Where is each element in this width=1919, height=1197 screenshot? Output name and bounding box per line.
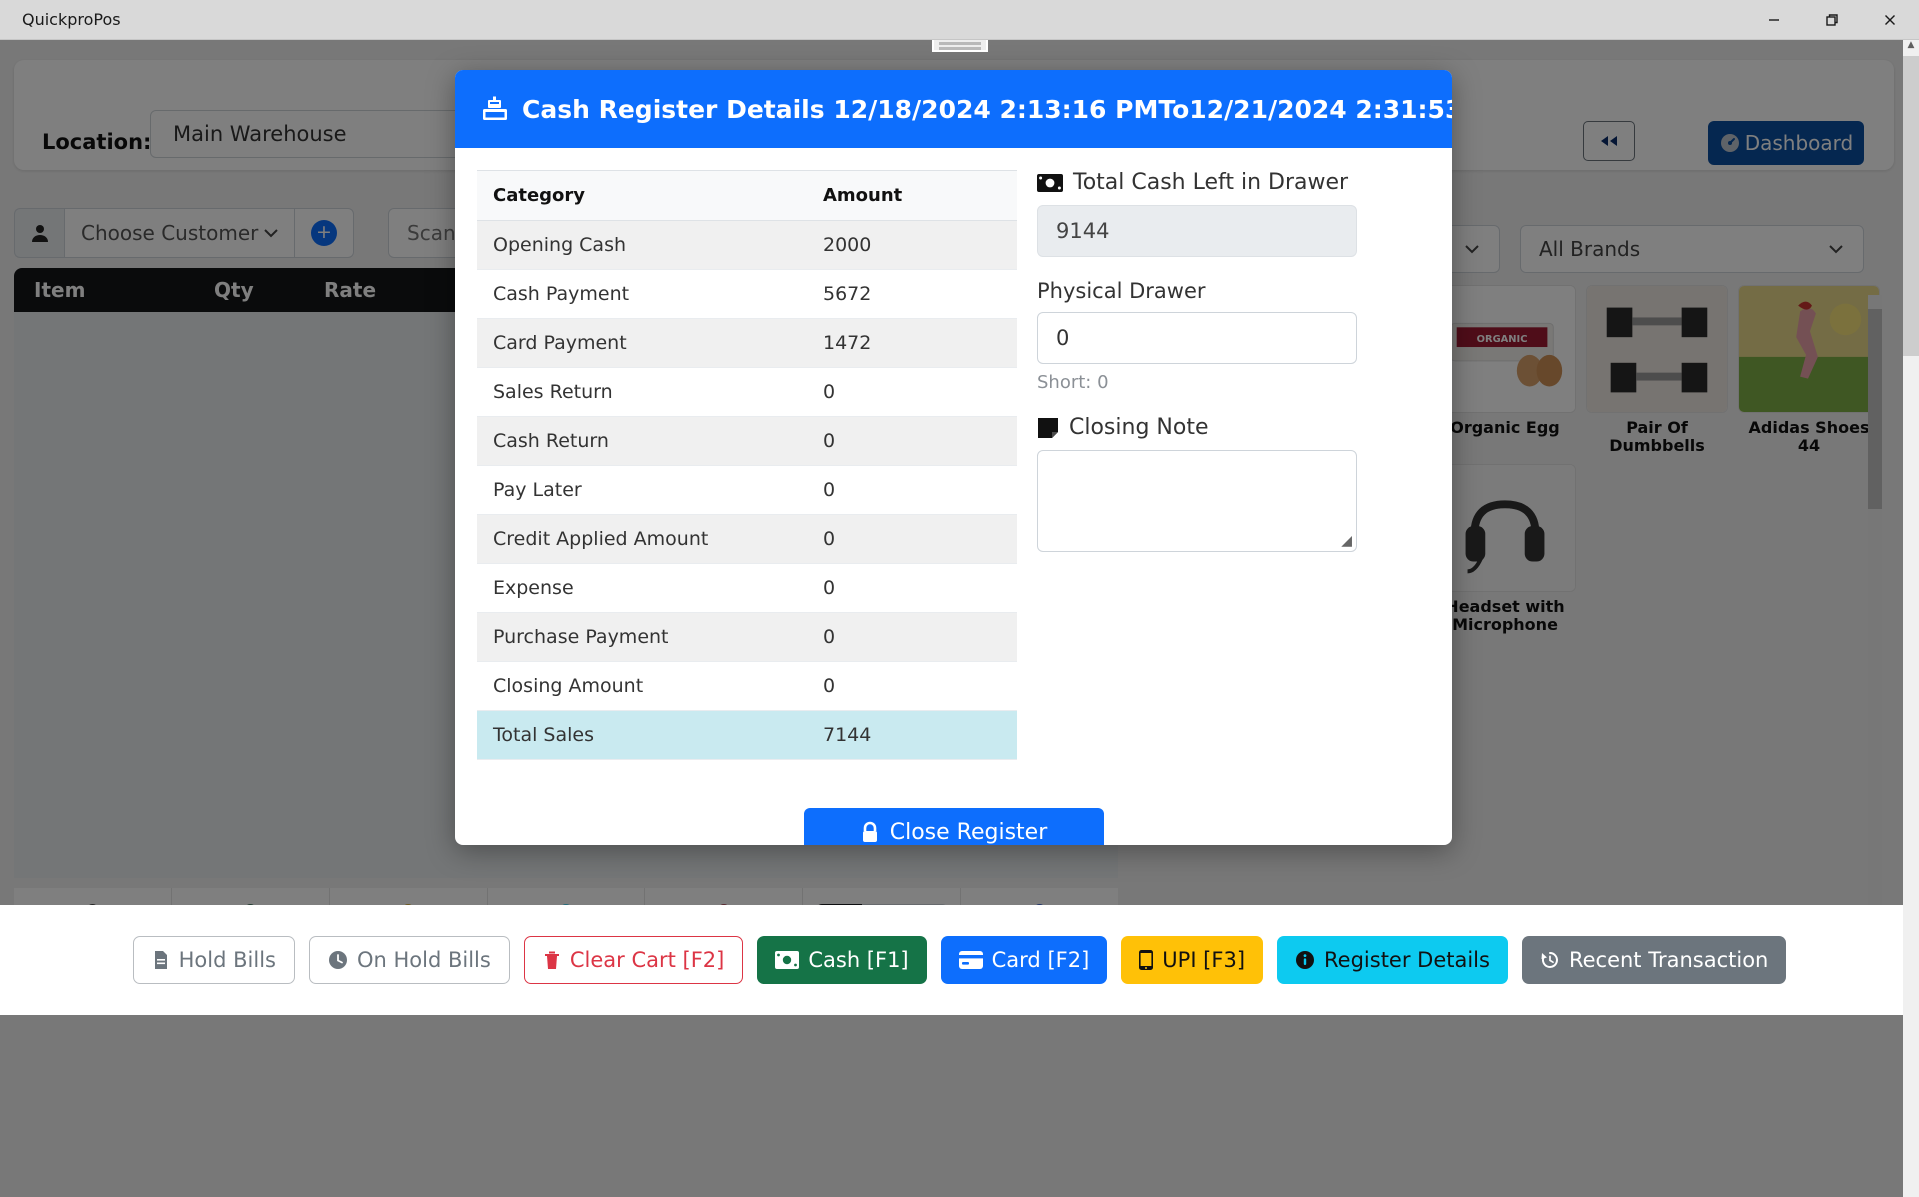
history-icon (1540, 950, 1560, 970)
row-amount: 0 (807, 662, 1017, 711)
lock-icon (860, 821, 880, 843)
cash-label: Cash [F1] (808, 948, 908, 972)
document-icon (152, 950, 170, 970)
table-header-row: Category Amount (477, 171, 1017, 221)
table-row: Credit Applied Amount 0 (477, 515, 1017, 564)
row-category: Cash Return (477, 417, 807, 466)
register-details-button[interactable]: Register Details (1277, 936, 1508, 984)
physical-drawer-input[interactable]: 0 (1037, 312, 1357, 364)
row-category: Expense (477, 564, 807, 613)
physical-drawer-label: Physical Drawer (1037, 279, 1357, 303)
note-icon (1037, 417, 1059, 439)
app-title: QuickproPos (22, 10, 121, 29)
row-amount: 2000 (807, 221, 1017, 270)
on-hold-bills-label: On Hold Bills (357, 948, 491, 972)
clear-cart-label: Clear Cart [F2] (570, 948, 725, 972)
cash-button[interactable]: Cash [F1] (757, 936, 926, 984)
row-amount: 5672 (807, 270, 1017, 319)
row-amount: 0 (807, 515, 1017, 564)
recent-transaction-label: Recent Transaction (1569, 948, 1768, 972)
close-icon[interactable] (1861, 0, 1919, 40)
resize-grip-icon[interactable]: ◢ (1341, 533, 1352, 549)
modal-title: Cash Register Details 12/18/2024 2:13:16… (522, 95, 1452, 124)
close-register-button[interactable]: Close Register (804, 808, 1104, 845)
banknote-icon (775, 951, 799, 969)
upi-label: UPI [F3] (1162, 948, 1245, 972)
row-category: Sales Return (477, 368, 807, 417)
row-amount: 0 (807, 417, 1017, 466)
register-details-label: Register Details (1324, 948, 1490, 972)
total-cash-left-label-row: Total Cash Left in Drawer (1037, 170, 1357, 195)
row-amount: 0 (807, 368, 1017, 417)
total-cash-left-label: Total Cash Left in Drawer (1073, 170, 1348, 195)
column-category: Category (477, 171, 807, 221)
register-breakdown-panel: Category Amount Opening Cash 2000 Cash P… (477, 170, 1017, 760)
row-amount: 0 (807, 613, 1017, 662)
clock-icon (328, 950, 348, 970)
row-amount: 7144 (807, 711, 1017, 760)
scrollbar-thumb[interactable] (1903, 56, 1919, 356)
closing-note-textarea[interactable]: ◢ (1037, 450, 1357, 552)
minimize-icon[interactable] (1745, 0, 1803, 40)
table-row: Pay Later 0 (477, 466, 1017, 515)
table-row: Purchase Payment 0 (477, 613, 1017, 662)
modal-header: Cash Register Details 12/18/2024 2:13:16… (455, 70, 1452, 148)
recent-transaction-button[interactable]: Recent Transaction (1522, 936, 1786, 984)
scroll-up-arrow-icon[interactable]: ▲ (1903, 40, 1919, 56)
window-titlebar: QuickproPos (0, 0, 1919, 40)
row-amount: 0 (807, 466, 1017, 515)
hold-bills-label: Hold Bills (179, 948, 276, 972)
mobile-phone-icon (1139, 950, 1153, 970)
row-amount: 1472 (807, 319, 1017, 368)
page-scrollbar[interactable]: ▲ (1903, 40, 1919, 1197)
table-row: Expense 0 (477, 564, 1017, 613)
cash-register-details-modal: Cash Register Details 12/18/2024 2:13:16… (455, 70, 1452, 845)
card-label: Card [F2] (992, 948, 1090, 972)
trash-icon (543, 950, 561, 970)
closing-note-label: Closing Note (1069, 415, 1209, 440)
card-button[interactable]: Card [F2] (941, 936, 1108, 984)
drawer-panel: Total Cash Left in Drawer 9144 Physical … (1037, 170, 1357, 760)
close-register-label: Close Register (890, 820, 1048, 845)
upi-button[interactable]: UPI [F3] (1121, 936, 1263, 984)
modal-body: Category Amount Opening Cash 2000 Cash P… (455, 148, 1452, 760)
bottom-action-bar: Hold Bills On Hold Bills Clear Cart [F2]… (0, 905, 1919, 1015)
row-category: Opening Cash (477, 221, 807, 270)
info-circle-icon (1295, 950, 1315, 970)
row-category: Cash Payment (477, 270, 807, 319)
window-drag-handle[interactable] (932, 38, 988, 52)
total-cash-left-value: 9144 (1037, 205, 1357, 257)
row-category: Total Sales (477, 711, 807, 760)
table-row: Opening Cash 2000 (477, 221, 1017, 270)
row-category: Card Payment (477, 319, 807, 368)
clear-cart-button[interactable]: Clear Cart [F2] (524, 936, 744, 984)
table-row: Cash Return 0 (477, 417, 1017, 466)
credit-card-icon (959, 951, 983, 969)
table-row: Card Payment 1472 (477, 319, 1017, 368)
cash-register-icon (481, 96, 509, 122)
banknote-icon (1037, 174, 1063, 192)
register-breakdown-table: Category Amount Opening Cash 2000 Cash P… (477, 170, 1017, 760)
row-amount: 0 (807, 564, 1017, 613)
maximize-icon[interactable] (1803, 0, 1861, 40)
row-category: Closing Amount (477, 662, 807, 711)
table-row: Closing Amount 0 (477, 662, 1017, 711)
table-row: Sales Return 0 (477, 368, 1017, 417)
row-category: Pay Later (477, 466, 807, 515)
row-category: Purchase Payment (477, 613, 807, 662)
closing-note-label-row: Closing Note (1037, 415, 1357, 440)
table-row: Cash Payment 5672 (477, 270, 1017, 319)
short-amount-text: Short: 0 (1037, 372, 1357, 393)
modal-footer: Close Register (455, 808, 1452, 845)
row-category: Credit Applied Amount (477, 515, 807, 564)
on-hold-bills-button[interactable]: On Hold Bills (309, 936, 510, 984)
table-row-total: Total Sales 7144 (477, 711, 1017, 760)
column-amount: Amount (807, 171, 1017, 221)
hold-bills-button[interactable]: Hold Bills (133, 936, 295, 984)
